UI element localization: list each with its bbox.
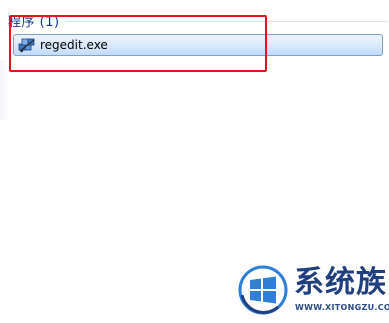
watermark: 系统族 WWW.XITONGZU.COM: [238, 262, 389, 322]
watermark-url: WWW.XITONGZU.COM: [295, 303, 389, 312]
highlight-annotation: [9, 15, 267, 72]
windows-logo-icon: [238, 265, 288, 315]
search-results-panel: 程序 (1) regedit.exe 系统族 WWW.XITONGZU.COM: [0, 0, 389, 323]
watermark-title: 系统族: [294, 265, 387, 300]
